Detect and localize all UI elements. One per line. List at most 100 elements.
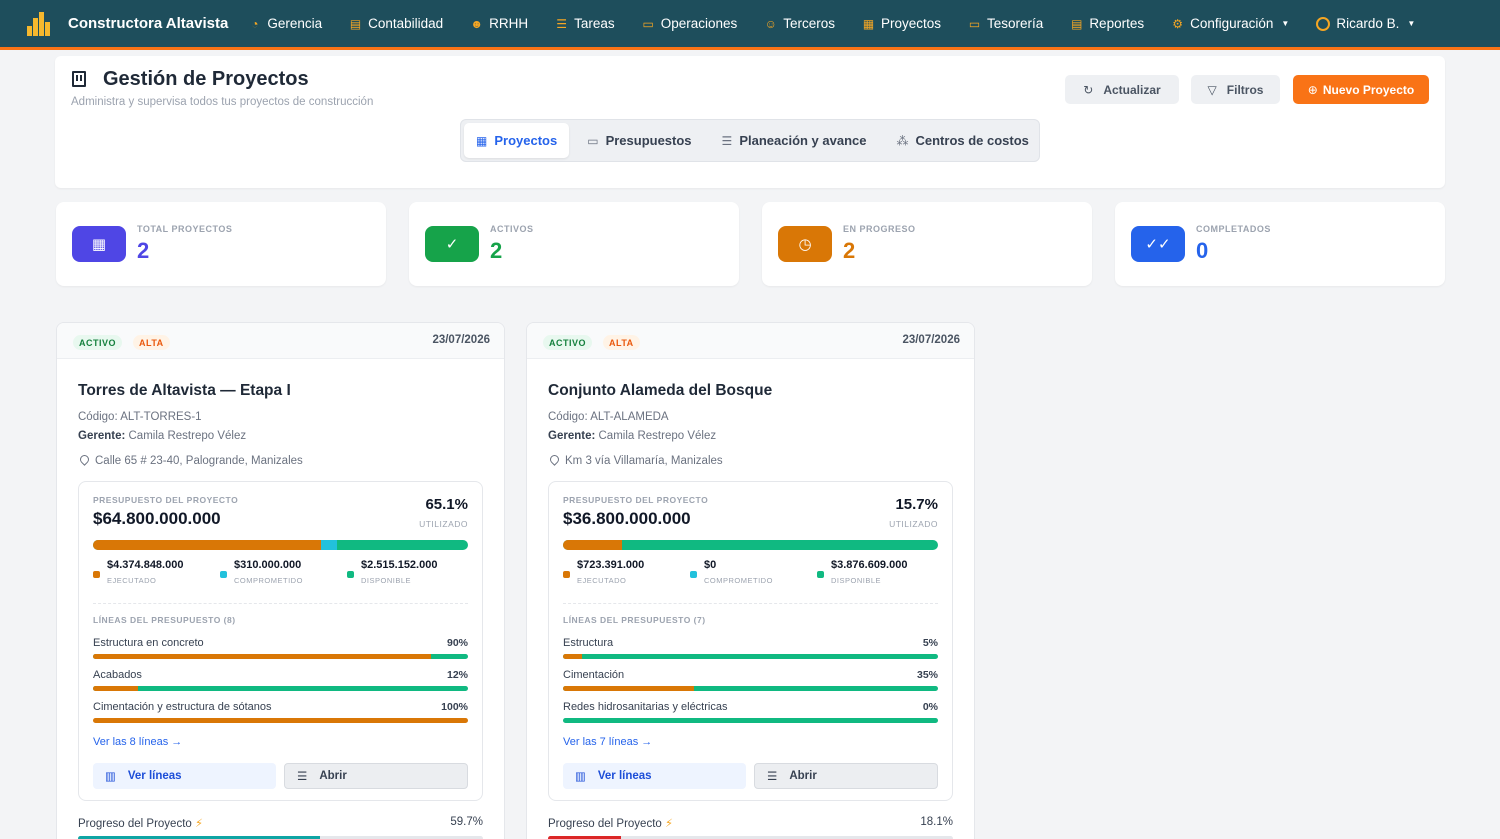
available-label: DISPONIBLE [831,576,882,585]
refresh-icon: ↻ [1083,82,1094,97]
nav-item-contabilidad[interactable]: ▤ Contabilidad [349,16,443,31]
project-card[interactable]: ACTIVO ALTA 23/07/2026 Torres de Altavis… [56,322,505,839]
nav-item-operaciones[interactable]: ▭ Operaciones [642,16,738,31]
nav-item-label: Contabilidad [368,16,444,31]
tab-planeacion-y-avance[interactable]: ☰ Planeación y avance [710,123,879,158]
nav-item-label: Operaciones [660,16,738,31]
committed-value: $310.000.000 [234,559,302,571]
stat-card: ✓✓ COMPLETADOS 0 [1115,202,1445,286]
project-name[interactable]: Torres de Altavista — Etapa I [78,382,291,400]
manager-label: Gerente: [78,430,126,442]
tab-presupuestos[interactable]: ▭ Presupuestos [575,123,703,158]
address-text: Km 3 vía Villamaría, Manizales [565,455,723,467]
page-subtitle: Administra y supervisa todos tus proyect… [71,96,374,108]
project-address: Km 3 vía Villamaría, Manizales [548,453,723,467]
stat-value: 2 [490,238,503,263]
available-label: DISPONIBLE [361,576,412,585]
page-title: Gestión de Proyectos [103,68,309,90]
view-lines-button[interactable]: ▥ Ver líneas [93,763,276,789]
stat-label: EN PROGRESO [843,224,916,234]
view-lines-button[interactable]: ▥ Ver líneas [563,763,746,789]
nav-item-gerencia[interactable]: ◔ Gerencia [248,16,322,31]
nav-item-rrhh[interactable]: ☻ RRHH [470,16,528,31]
budget-line-bar [93,686,468,691]
executed-segment [563,540,622,550]
open-button[interactable]: ☰ Abrir [754,763,938,789]
budget-lines-title: LÍNEAS DEL PRESUPUESTO (8) [93,615,236,625]
project-name[interactable]: Conjunto Alameda del Bosque [548,382,772,400]
double-check-icon: ✓✓ [1131,226,1185,262]
open-button[interactable]: ☰ Abrir [284,763,468,789]
available-value: $3.876.609.000 [831,559,908,571]
see-all-lines-link[interactable]: Ver las 8 líneas → [93,736,182,748]
user-name: Ricardo B. [1336,16,1400,31]
nav-menu: ◔ Gerencia ▤ Contabilidad ☻ RRHH ☰ Tareas ▭ … [248,16,1316,31]
nav-item-proyectos[interactable]: ▦ Proyectos [862,16,941,31]
see-all-lines-link[interactable]: Ver las 7 líneas → [563,736,652,748]
project-card-header: ACTIVO ALTA 23/07/2026 [57,323,504,359]
filters-button[interactable]: ▽ Filtros [1191,75,1280,104]
tab-label: Centros de costos [915,133,1029,148]
open-label: Abrir [319,770,347,782]
nav-item-tareas[interactable]: ☰ Tareas [555,16,614,31]
stat-value: 2 [137,238,150,263]
project-date: 23/07/2026 [902,334,960,346]
budget-line-bar [563,686,938,691]
brand[interactable]: Constructora Altavista [26,11,228,36]
executed-value: $4.374.848.000 [107,559,184,571]
project-code: Código: ALT-TORRES-1 [78,411,202,423]
list-icon: ☰ [556,16,568,31]
stat-label: COMPLETADOS [1196,224,1271,234]
progress-label-text: Progreso del Proyecto [78,818,192,830]
progress-label-text: Progreso del Proyecto [548,818,662,830]
budget-line-name: Cimentación [563,669,625,681]
budget-total: $36.800.000.000 [563,509,691,528]
new-project-button[interactable]: ⊕ Nuevo Proyecto [1293,75,1429,104]
users-icon: ☺ [764,16,777,31]
page-header: Gestión de Proyectos Administra y superv… [55,56,1445,188]
executed-label: EJECUTADO [107,576,157,585]
refresh-button[interactable]: ↻ Actualizar [1065,75,1179,104]
bar-chart-icon: ▥ [575,771,586,783]
utilized-percent: 15.7% [895,496,938,513]
budget-line-percent: 35% [916,669,938,681]
project-address: Calle 65 # 23-40, Palogrande, Manizales [78,453,303,467]
tab-icon: ▦ [476,133,488,148]
stat-card: ✓ ACTIVOS 2 [409,202,739,286]
view-lines-label: Ver líneas [597,770,652,782]
committed-segment [321,540,338,550]
project-manager: Gerente: Camila Restrepo Vélez [548,430,716,442]
people-icon: ☻ [470,16,483,31]
view-lines-label: Ver líneas [127,770,182,782]
briefcase-icon: ▭ [642,16,654,31]
tab-label: Proyectos [494,133,558,148]
nav-item-label: Configuración [1190,16,1274,31]
nav-item-label: Tesorería [987,16,1044,31]
stat-label: ACTIVOS [490,224,534,234]
tab-proyectos[interactable]: ▦ Proyectos [464,123,570,158]
budget-line-bar [563,718,938,723]
nav-item-configuracion[interactable]: ⚙ Configuración ▼ [1171,16,1289,31]
tab-icon: ⁂ [896,133,909,148]
filter-icon: ▽ [1207,82,1217,97]
executed-label: EJECUTADO [577,576,627,585]
manager-name: Camila Restrepo Vélez [128,430,247,442]
budget-usage-bar [93,540,468,550]
executed-value: $723.391.000 [577,559,645,571]
budget-line-bar [563,654,938,659]
nav-item-tesoreria[interactable]: ▭ Tesorería [968,16,1043,31]
manager-name: Camila Restrepo Vélez [598,430,717,442]
user-avatar-icon [1316,16,1331,31]
nav-item-reportes[interactable]: ▤ Reportes [1070,16,1144,31]
tab-label: Planeación y avance [739,133,867,148]
progress-label: Progreso del Proyecto ⚡ [548,816,673,830]
project-date: 23/07/2026 [432,334,490,346]
budget-line-percent: 100% [441,701,468,713]
user-menu[interactable]: Ricardo B. ▼ [1316,16,1415,31]
check-circle-icon: ✓ [425,226,479,262]
buildings-logo-icon [26,11,52,36]
project-card[interactable]: ACTIVO ALTA 23/07/2026 Conjunto Alameda … [526,322,975,839]
tab-centros-de-costos[interactable]: ⁂ Centros de costos [885,123,1041,158]
budget-line-name: Estructura en concreto [93,637,204,649]
nav-item-terceros[interactable]: ☺ Terceros [764,16,835,31]
